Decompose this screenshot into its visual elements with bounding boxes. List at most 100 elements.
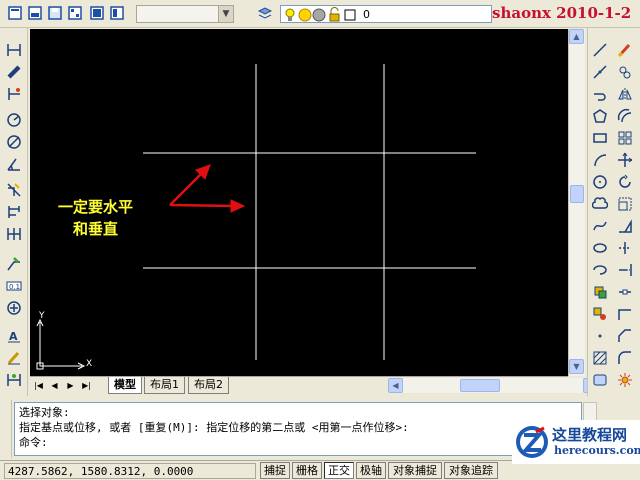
offset-icon[interactable] [615, 106, 635, 126]
last-tab-icon[interactable]: ▶| [80, 379, 93, 392]
construction-line-icon[interactable] [590, 62, 610, 82]
point-icon[interactable] [590, 326, 610, 346]
fillet-icon[interactable] [615, 348, 635, 368]
region-icon[interactable] [590, 370, 610, 390]
tab-layout2[interactable]: 布局2 [188, 377, 229, 394]
ucs-x-label: X [86, 359, 93, 369]
array-icon[interactable] [615, 128, 635, 148]
trim-icon[interactable] [615, 238, 635, 258]
site-logo: 这里教程网 herecours.com [512, 420, 640, 464]
continue-dim-icon[interactable] [4, 224, 24, 244]
horizontal-scrollbar[interactable]: ◀ ▶ [388, 378, 598, 393]
next-tab-icon[interactable]: ▶ [64, 379, 77, 392]
explode-icon[interactable] [615, 370, 635, 390]
style-icon[interactable] [88, 4, 106, 22]
ordinate-dim-icon[interactable] [4, 84, 24, 104]
command-window[interactable]: 选择对象: 指定基点或位移, 或者 [重复(M)]: 指定位移的第二点或 <用第… [14, 402, 582, 456]
snap-button[interactable]: 捕捉 [260, 462, 290, 479]
erase-icon[interactable] [615, 40, 635, 60]
layer-name: 0 [363, 8, 370, 21]
extend-icon[interactable] [615, 260, 635, 280]
center-mark-icon[interactable] [4, 298, 24, 318]
logo-url: herecours.com [554, 444, 640, 457]
quick-dim-icon[interactable] [4, 180, 24, 200]
move-icon[interactable] [615, 150, 635, 170]
hatch-icon[interactable] [590, 348, 610, 368]
chamfer-icon[interactable] [615, 326, 635, 346]
layer-state-icons [285, 7, 356, 22]
osnap-button[interactable]: 对象捕捉 [388, 462, 442, 479]
annotation-line-1: 一定要水平 [58, 198, 134, 216]
red-arrow-right [169, 199, 246, 213]
red-arrow-up [169, 164, 211, 206]
stretch-icon[interactable] [615, 216, 635, 236]
tolerance-icon[interactable]: 0.1 [4, 276, 24, 296]
prev-tab-icon[interactable]: ◀ [48, 379, 61, 392]
dim-update-icon[interactable] [4, 370, 24, 390]
svg-text:0.1: 0.1 [9, 283, 20, 291]
layer-combo[interactable]: 0 [280, 5, 492, 23]
horizontal-scroll-thumb[interactable] [460, 379, 500, 392]
copy-icon[interactable] [615, 62, 635, 82]
style-icon[interactable] [108, 4, 126, 22]
annotation-line-2: 和垂直 [73, 220, 119, 238]
circle-icon[interactable] [590, 172, 610, 192]
tab-model[interactable]: 模型 [108, 377, 142, 394]
spline-icon[interactable] [590, 216, 610, 236]
ellipse-icon[interactable] [590, 238, 610, 258]
grid-button[interactable]: 栅格 [292, 462, 322, 479]
layer-manager-icon[interactable] [256, 4, 274, 22]
aligned-dim-icon[interactable] [4, 62, 24, 82]
scroll-left-icon[interactable]: ◀ [388, 378, 403, 393]
break-icon[interactable] [615, 282, 635, 302]
insert-block-icon[interactable] [590, 282, 610, 302]
revision-cloud-icon[interactable] [590, 194, 610, 214]
diameter-dim-icon[interactable] [4, 132, 24, 152]
command-window-grip[interactable] [0, 400, 12, 458]
standard-toolbar: ▼ 0 shaonx 2010-1-2 [0, 0, 640, 28]
polyline-icon[interactable] [590, 84, 610, 104]
command-prompt[interactable]: 命令: [19, 435, 577, 450]
dim-edit-icon[interactable]: A [4, 326, 24, 346]
save-icon[interactable] [46, 4, 64, 22]
linear-dim-icon[interactable] [4, 40, 24, 60]
arc-icon[interactable] [590, 150, 610, 170]
angular-dim-icon[interactable] [4, 154, 24, 174]
polar-button[interactable]: 极轴 [356, 462, 386, 479]
dim-text-edit-icon[interactable] [4, 348, 24, 368]
annotation-text: 一定要水平 和垂直 [58, 196, 133, 240]
ellipse-arc-icon[interactable] [590, 260, 610, 280]
vertical-scrollbar[interactable]: ▲ ▼ [568, 29, 585, 376]
scale-icon[interactable] [615, 194, 635, 214]
rotate-icon[interactable] [615, 172, 635, 192]
tab-layout1[interactable]: 布局1 [144, 377, 185, 394]
join-icon[interactable] [615, 304, 635, 324]
watermark-text: shaonx 2010-1-2 [492, 4, 632, 22]
scroll-down-icon[interactable]: ▼ [569, 359, 584, 374]
scroll-up-icon[interactable]: ▲ [569, 29, 584, 44]
chevron-down-icon[interactable]: ▼ [218, 6, 233, 22]
leader-icon[interactable] [4, 254, 24, 274]
baseline-dim-icon[interactable] [4, 202, 24, 222]
ucs-icon: Y X [34, 311, 104, 374]
line-icon[interactable] [590, 40, 610, 60]
make-block-icon[interactable] [590, 304, 610, 324]
ucs-y-label: Y [39, 311, 45, 321]
command-history-line-1: 选择对象: [19, 406, 70, 419]
otrack-button[interactable]: 对象追踪 [444, 462, 498, 479]
command-history-line-2: 指定基点或位移, 或者 [重复(M)]: 指定位移的第二点或 <用第一点作位移>… [19, 421, 409, 434]
radius-dim-icon[interactable] [4, 110, 24, 130]
mirror-icon[interactable] [615, 84, 635, 104]
first-tab-icon[interactable]: |◀ [32, 379, 45, 392]
new-file-icon[interactable] [6, 4, 24, 22]
ortho-button[interactable]: 正交 [324, 462, 354, 479]
draw-modify-toolbar [587, 28, 640, 396]
style-combo[interactable]: ▼ [136, 5, 234, 23]
layout-tab-bar: |◀ ◀ ▶ ▶| 模型 布局1 布局2 ◀ ▶ [30, 376, 598, 394]
rectangle-icon[interactable] [590, 128, 610, 148]
drawing-canvas[interactable]: 一定要水平 和垂直 Y X [30, 29, 568, 376]
open-file-icon[interactable] [26, 4, 44, 22]
print-icon[interactable] [66, 4, 84, 22]
vertical-scroll-thumb[interactable] [570, 185, 584, 203]
polygon-icon[interactable] [590, 106, 610, 126]
